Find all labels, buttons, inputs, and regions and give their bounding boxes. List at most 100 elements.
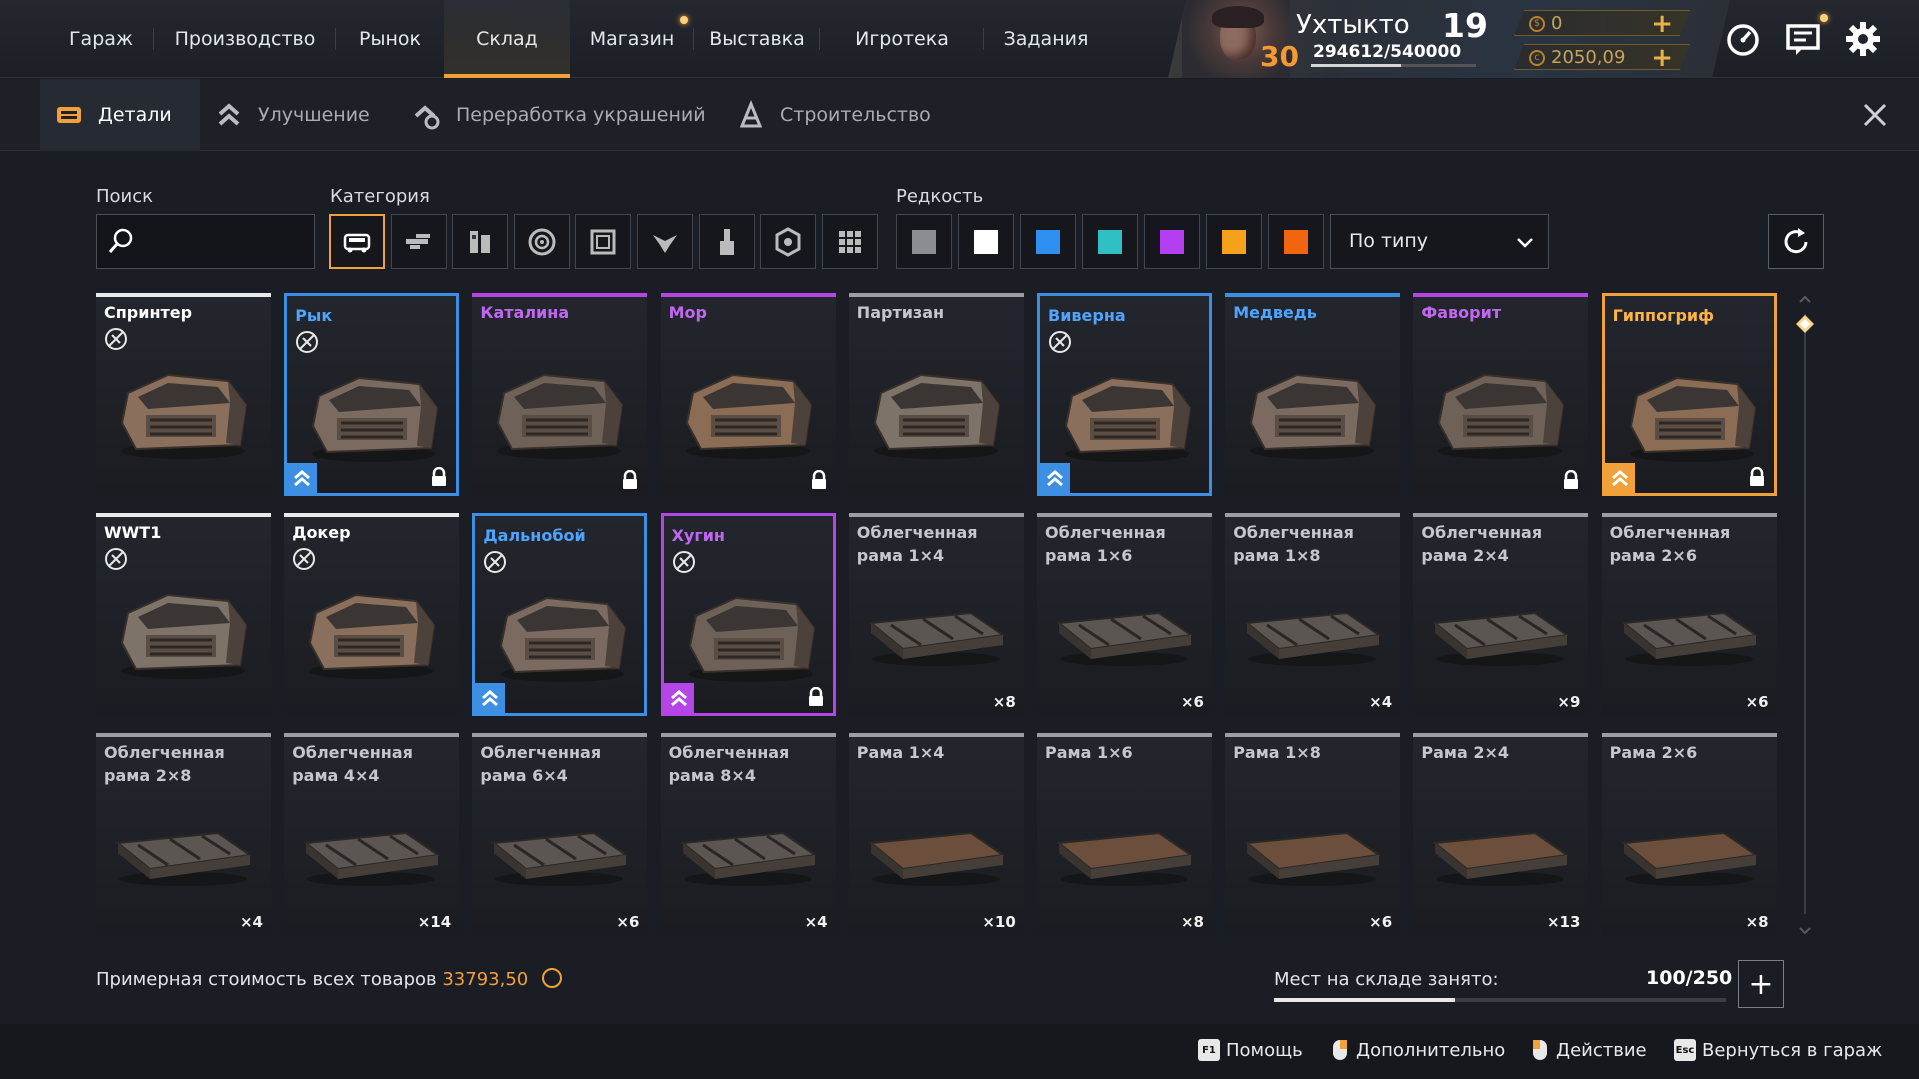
expand-storage-button[interactable]: + (1738, 960, 1784, 1008)
decor-icon (653, 234, 677, 253)
nav-market[interactable]: Рынок (336, 0, 444, 78)
nav-tasks[interactable]: Задания (984, 0, 1108, 78)
part-card[interactable]: Дальнобой (472, 513, 648, 716)
upgrade-badge-icon (663, 683, 694, 713)
part-card[interactable]: Облегченная рама 2×6 ×6 (1601, 513, 1777, 716)
part-card[interactable]: Облегченная рама 1×4 ×8 (848, 513, 1024, 716)
upgrade-badge-icon (287, 463, 318, 493)
part-card[interactable]: Рама 1×6 ×8 (1037, 733, 1212, 936)
lock-icon (430, 466, 448, 487)
nav-shop-label: Магазин (589, 28, 675, 50)
category-filter-wheel[interactable] (513, 214, 570, 269)
nav-production[interactable]: Производство (154, 0, 336, 78)
part-name: Партизан (856, 303, 945, 322)
scroll-down-icon[interactable] (1798, 926, 1812, 936)
sort-dropdown[interactable]: По типу (1330, 214, 1549, 269)
part-card[interactable]: Виверна (1037, 293, 1212, 496)
part-card[interactable]: Каталина (472, 293, 648, 496)
close-icon[interactable] (1861, 101, 1889, 129)
part-card[interactable]: Гиппогриф (1601, 293, 1777, 496)
category-filter-all[interactable] (821, 214, 878, 269)
part-name: Виверна (1048, 306, 1126, 325)
part-card[interactable]: Облегченная рама 8×4 ×4 (660, 733, 836, 936)
tab-decor-recycling[interactable]: Переработка украшений (412, 79, 706, 151)
part-card[interactable]: Облегченная рама 6×4 ×6 (472, 733, 648, 936)
part-card[interactable]: Рама 1×4 ×10 (848, 733, 1024, 936)
category-filter-module[interactable] (452, 214, 509, 269)
part-name: Гиппогриф (1612, 306, 1714, 325)
nav-exhibition[interactable]: Выставка (694, 0, 820, 78)
part-card[interactable]: Мор (660, 293, 836, 496)
part-model-image (303, 831, 441, 886)
part-card[interactable]: Рама 2×4 ×13 (1413, 733, 1589, 936)
tab-parts-label: Детали (98, 104, 172, 126)
part-card[interactable]: Докер (284, 513, 460, 716)
part-model-image (1432, 611, 1571, 666)
part-card[interactable]: Облегченная рама 1×8 ×4 (1225, 513, 1401, 716)
tab-parts[interactable]: Детали (40, 79, 200, 151)
rarity-filter-3[interactable] (1020, 214, 1076, 269)
part-name: Облегченная рама 1×4 (856, 523, 978, 565)
hint-action[interactable]: Действие (1532, 1039, 1647, 1061)
grid-scrollbar[interactable] (1796, 294, 1814, 939)
part-card[interactable]: Облегченная рама 2×8 ×4 (96, 733, 271, 936)
scroll-up-icon[interactable] (1798, 294, 1812, 304)
hint-more[interactable]: Дополнительно (1332, 1039, 1505, 1061)
storage-label: Мест на складе занято: (1274, 969, 1499, 990)
part-name: Рама 1×4 (856, 743, 945, 762)
nav-shop[interactable]: Магазин (570, 0, 694, 78)
player-rank: 19 (1442, 6, 1488, 45)
part-card[interactable]: Облегченная рама 2×4 ×9 (1413, 513, 1589, 716)
part-card[interactable]: Рама 2×6 ×8 (1601, 733, 1777, 936)
player-panel[interactable]: Ухтыкто 30 294612/540000 19 $ 0 + c 2050… (1168, 0, 1730, 78)
nav-tasks-label: Задания (1003, 28, 1089, 50)
scroll-thumb[interactable] (1795, 314, 1815, 334)
part-model-image (115, 831, 253, 886)
part-card[interactable]: Партизан (848, 293, 1024, 496)
part-card[interactable]: Спринтер (96, 293, 271, 496)
rarity-filter-2[interactable] (958, 214, 1014, 269)
part-card[interactable]: Фаворит (1413, 293, 1589, 496)
part-model-image (497, 373, 624, 459)
search-input[interactable] (141, 215, 311, 268)
category-filter-cabin[interactable] (329, 214, 385, 269)
category-filter-paint[interactable] (698, 214, 755, 269)
tab-upgrade[interactable]: Улучшение (214, 79, 370, 151)
rarity-filter-4[interactable] (1082, 214, 1138, 269)
rarity-filter-6[interactable] (1206, 214, 1262, 269)
category-filter-decor[interactable] (637, 214, 693, 269)
rarity-swatch (1098, 229, 1122, 254)
chat-icon[interactable] (1782, 14, 1828, 60)
add-coins-button[interactable]: + (1651, 43, 1673, 73)
parts-icon (54, 100, 84, 130)
nav-garage[interactable]: Гараж (48, 0, 154, 78)
category-filter-weapon[interactable] (390, 214, 447, 269)
category-filter-frame[interactable] (575, 214, 632, 269)
tab-construction[interactable]: Строительство (736, 79, 931, 151)
refresh-button[interactable] (1768, 214, 1824, 269)
part-card[interactable]: Рама 1×8 ×6 (1225, 733, 1401, 936)
tab-upgrade-label: Улучшение (258, 104, 370, 126)
nav-game-room[interactable]: Игротека (820, 0, 984, 78)
part-card[interactable]: WWT1 (96, 513, 271, 716)
part-card[interactable]: Облегченная рама 1×6 ×6 (1037, 513, 1212, 716)
rarity-filter-7[interactable] (1268, 214, 1324, 269)
category-filter-hardware[interactable] (760, 214, 817, 269)
player-name: Ухтыкто (1296, 10, 1410, 40)
hint-help[interactable]: F1 Помощь (1198, 1039, 1303, 1061)
add-gold-button[interactable]: + (1651, 9, 1673, 39)
part-card[interactable]: Медведь (1225, 293, 1401, 496)
lock-icon (1562, 469, 1580, 490)
hint-back[interactable]: Esc Вернуться в гараж (1674, 1039, 1882, 1061)
rarity-filter-5[interactable] (1144, 214, 1200, 269)
nav-storage[interactable]: Склад (444, 0, 570, 78)
rarity-filter-1[interactable] (896, 214, 952, 269)
part-card[interactable]: Хугин (660, 513, 836, 716)
part-name: Мор (668, 303, 707, 322)
tab-construction-label: Строительство (780, 104, 931, 126)
part-card[interactable]: Облегченная рама 4×4 ×14 (284, 733, 460, 936)
part-card[interactable]: Рык (284, 293, 460, 496)
speedometer-icon[interactable] (1722, 18, 1764, 60)
settings-gear-icon[interactable] (1842, 18, 1884, 60)
search-icon (107, 227, 135, 255)
